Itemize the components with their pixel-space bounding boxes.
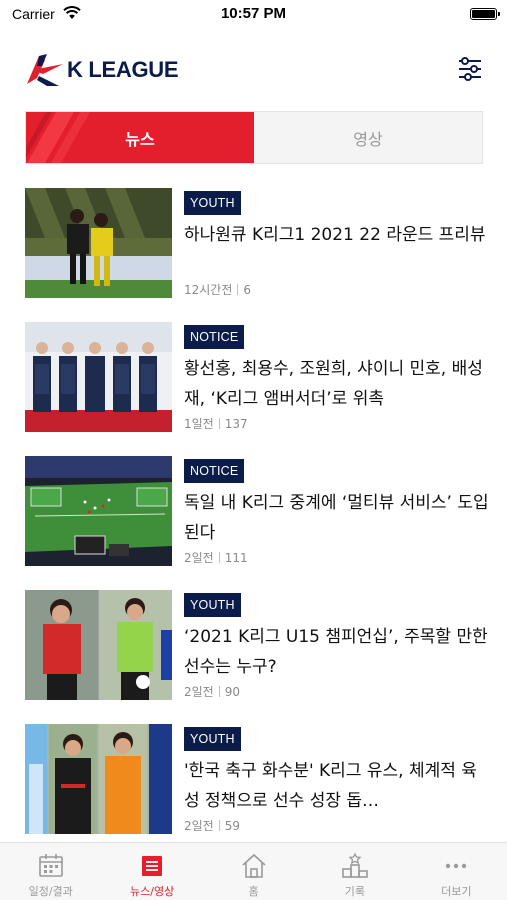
app-header: K LEAGUE xyxy=(0,38,507,98)
meta-divider xyxy=(237,284,239,295)
news-item[interactable]: NOTICE 황선홍, 최용수, 조원희, 샤이니 민호, 배성재, ‘K리그 … xyxy=(0,322,507,434)
news-meta: 12시간전 6 xyxy=(184,281,251,298)
calendar-icon xyxy=(38,854,63,877)
meta-divider xyxy=(218,820,220,831)
settings-sliders-icon[interactable] xyxy=(457,56,483,82)
news-meta: 2일전 59 xyxy=(184,817,240,834)
category-badge: YOUTH xyxy=(184,191,241,215)
news-thumbnail xyxy=(25,322,172,432)
bottom-tab-bar: 일정/결과 뉴스/영상 홈 기록 더보기 xyxy=(0,842,507,900)
news-time: 1일전 xyxy=(184,417,214,431)
news-title: ‘2021 K리그 U15 챔피언십’, 주목할 만한 선수는 누구? xyxy=(184,627,488,677)
meta-divider xyxy=(218,418,220,429)
news-thumbnail xyxy=(25,188,172,298)
content-tabs: 뉴스 영상 xyxy=(25,111,483,164)
k-league-logo[interactable]: K LEAGUE xyxy=(25,50,179,90)
nav-news-video[interactable]: 뉴스/영상 xyxy=(101,843,202,900)
news-thumbnail xyxy=(25,590,172,700)
news-meta: 1일전 137 xyxy=(184,415,248,432)
nav-label: 홈 xyxy=(248,885,259,898)
meta-divider xyxy=(218,552,220,563)
nav-schedule[interactable]: 일정/결과 xyxy=(0,843,101,900)
news-thumbnail xyxy=(25,724,172,834)
news-time: 2일전 xyxy=(184,819,214,833)
news-item[interactable]: NOTICE 독일 내 K리그 중계에 ‘멀티뷰 서비스’ 도입된다 2일전 11… xyxy=(0,456,507,568)
news-title: 황선홍, 최용수, 조원희, 샤이니 민호, 배성재, ‘K리그 앰버서더’로 … xyxy=(184,359,483,409)
nav-label: 일정/결과 xyxy=(28,885,73,898)
nav-label: 뉴스/영상 xyxy=(130,885,175,898)
nav-more[interactable]: 더보기 xyxy=(406,843,507,900)
logo-text: K LEAGUE xyxy=(67,57,179,82)
tab-news-label: 뉴스 xyxy=(125,129,155,149)
news-views: 59 xyxy=(224,819,240,833)
nav-label: 기록 xyxy=(344,885,366,898)
meta-divider xyxy=(218,686,220,697)
news-title: '한국 축구 화수분' K리그 유스, 체계적 육성 정책으로 선수 성장 돕… xyxy=(184,761,477,811)
news-title: 독일 내 K리그 중계에 ‘멀티뷰 서비스’ 도입된다 xyxy=(184,493,489,543)
news-time: 12시간전 xyxy=(184,283,233,297)
news-meta: 2일전 90 xyxy=(184,683,240,700)
status-time: 10:57 PM xyxy=(220,5,287,22)
status-bar: Carrier 10:57 PM xyxy=(0,0,507,30)
news-views: 137 xyxy=(224,417,248,431)
news-time: 2일전 xyxy=(184,551,214,565)
category-badge: YOUTH xyxy=(184,593,241,617)
news-views: 6 xyxy=(243,283,252,297)
battery-icon xyxy=(470,8,500,20)
news-time: 2일전 xyxy=(184,685,214,699)
nav-home[interactable]: 홈 xyxy=(203,843,304,900)
news-thumbnail xyxy=(25,456,172,566)
k-league-logo-mark-icon xyxy=(27,54,63,86)
tab-video[interactable]: 영상 xyxy=(254,112,482,163)
nav-label: 더보기 xyxy=(441,885,472,898)
tab-video-label: 영상 xyxy=(353,129,383,149)
news-views: 90 xyxy=(224,685,240,699)
nav-records[interactable]: 기록 xyxy=(304,843,405,900)
category-badge: NOTICE xyxy=(184,325,245,349)
tab-news[interactable]: 뉴스 xyxy=(26,112,254,163)
news-views: 111 xyxy=(224,551,248,565)
more-icon xyxy=(446,863,467,869)
news-meta: 2일전 111 xyxy=(184,549,248,566)
news-title: 하나원큐 K리그1 2021 22 라운드 프리뷰 xyxy=(184,225,486,245)
home-icon xyxy=(241,853,266,878)
podium-icon xyxy=(342,852,368,878)
category-badge: NOTICE xyxy=(184,459,245,483)
category-badge: YOUTH xyxy=(184,727,241,751)
news-item[interactable]: YOUTH 하나원큐 K리그1 2021 22 라운드 프리뷰 12시간전 6 xyxy=(0,188,507,300)
news-icon xyxy=(142,856,163,876)
news-item[interactable]: YOUTH '한국 축구 화수분' K리그 유스, 체계적 육성 정책으로 선수… xyxy=(0,724,507,836)
news-item[interactable]: YOUTH ‘2021 K리그 U15 챔피언십’, 주목할 만한 선수는 누구… xyxy=(0,590,507,702)
